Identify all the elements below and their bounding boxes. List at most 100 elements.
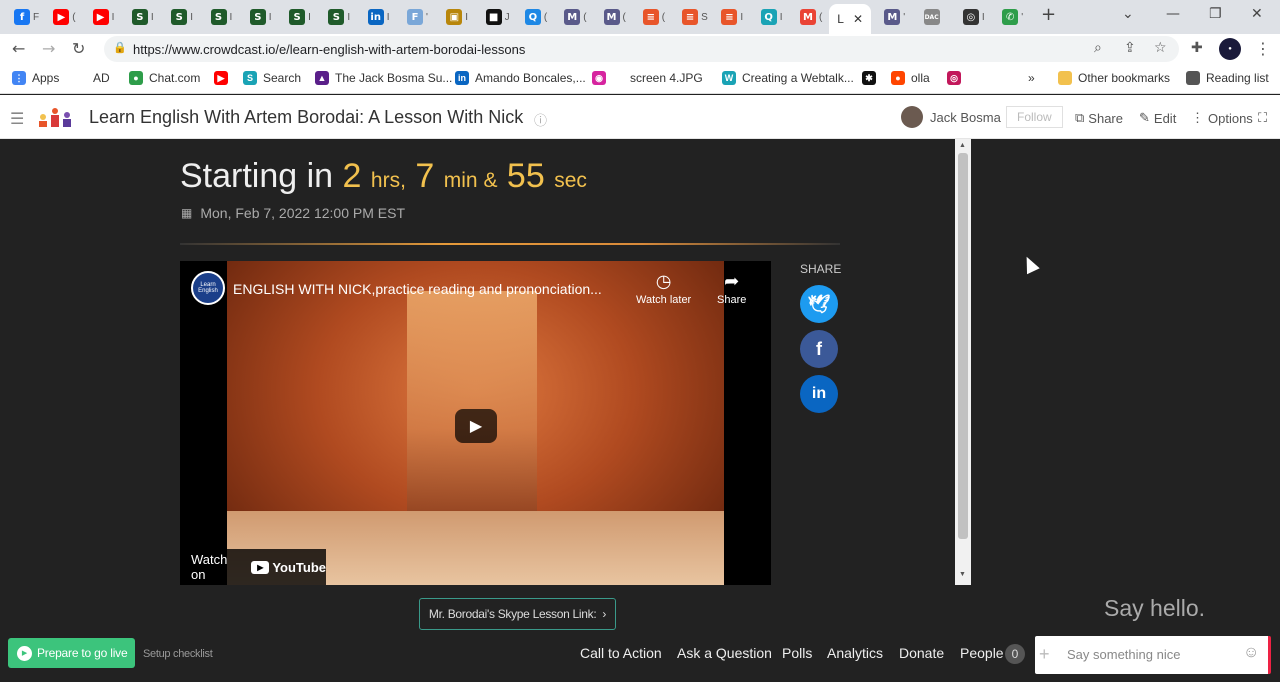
options-button[interactable]: ⋮ Options [1191,110,1253,126]
browser-tab[interactable]: ◎ I [957,6,990,28]
browser-tab[interactable]: SI [322,6,355,28]
menu-icon[interactable]: ⋮ [1255,39,1271,58]
chat-input[interactable] [1067,644,1237,664]
youtube-wordmark: YouTube [272,559,326,575]
forward-button[interactable]: → [42,39,55,58]
edit-button[interactable]: ✎ Edit [1139,110,1176,126]
bookmark-item[interactable]: ● Chat.com [129,71,200,85]
video-title[interactable]: ENGLISH WITH NICK,practice reading and p… [233,281,602,297]
other-bookmarks[interactable]: Other bookmarks [1058,71,1170,85]
bookmark-item[interactable]: S Search [243,71,301,85]
tab-label: ' [903,11,906,23]
minimize-icon[interactable]: — [1166,6,1180,22]
browser-tab[interactable]: QI [755,6,788,28]
watch-on-youtube[interactable]: Watch on ▶ YouTube [180,549,326,585]
zoom-icon[interactable]: ⌕ [1094,40,1102,56]
close-window-icon[interactable]: ✕ [1251,6,1263,22]
browser-tab[interactable]: M ' [878,6,911,28]
plus-icon[interactable]: + [1039,644,1050,665]
bookmark-item[interactable]: ▲ The Jack Bosma Su... [315,71,452,85]
bookmark-item[interactable]: ⋮ Apps [12,71,59,85]
star-icon[interactable]: ☆ [1154,40,1167,56]
skype-link-button[interactable]: Mr. Borodai's Skype Lesson Link: › [419,598,616,630]
browser-tab[interactable]: M( [794,6,827,28]
reading-list[interactable]: Reading list [1186,71,1269,85]
countdown-hours: 2 [342,157,362,195]
browser-tab[interactable]: in I [362,6,395,28]
host-name[interactable]: Jack Bosma [930,110,1001,125]
browser-tab[interactable]: SI [165,6,198,28]
browser-tab[interactable]: ≡ I [715,6,748,28]
play-button[interactable]: ▶ [455,409,497,443]
new-tab-button[interactable]: + [1041,4,1056,25]
bookmark-item[interactable]: AD [93,71,110,85]
active-tab[interactable]: L ✕ [829,4,872,34]
browser-tab[interactable]: fF [8,6,41,28]
restore-icon[interactable]: ❐ [1209,6,1222,22]
hamburger-icon[interactable]: ☰ [10,109,24,128]
browser-tab[interactable]: ▶ I [87,6,120,28]
bookmark-item[interactable]: ◉ [592,71,606,85]
donate-button[interactable]: Donate [899,645,944,661]
bookmark-item[interactable]: ✱ [862,71,876,85]
info-icon[interactable]: ⓘ [534,110,547,129]
watch-later-button[interactable]: ◷ Watch later [636,271,691,306]
call-to-action-button[interactable]: Call to Action [580,645,662,661]
skype-link-label: Mr. Borodai's Skype Lesson Link: [428,607,597,621]
browser-tab[interactable]: ✆ ' [996,6,1029,28]
extensions-icon[interactable]: ✚ [1191,40,1203,56]
bookmark-item[interactable]: in Amando Boncales,... [455,71,586,85]
browser-tab[interactable]: ▶( [47,6,80,28]
share-icon[interactable]: ⇪ [1124,40,1136,56]
profile-avatar[interactable]: ● [1219,38,1241,60]
channel-avatar[interactable]: Learn English [191,271,225,305]
address-bar[interactable]: 🔒 https://www.crowdcast.io/e/learn-engli… [104,36,1179,62]
browser-tab[interactable]: M( [598,6,631,28]
scrollbar-thumb[interactable] [958,153,968,539]
watch-later-label: Watch later [636,294,692,306]
youtube-embed[interactable]: Learn English ENGLISH WITH NICK,practice… [180,261,771,585]
bookmark-item[interactable]: ▶ [214,71,228,85]
host-avatar[interactable] [901,106,923,128]
scroll-down-icon[interactable]: ▼ [959,571,966,578]
more-bookmarks-icon[interactable]: » [1028,71,1035,85]
emoji-icon[interactable]: ☺ [1243,644,1259,662]
follow-button[interactable]: Follow [1006,106,1063,128]
browser-tab[interactable]: SI [205,6,238,28]
scroll-up-icon[interactable]: ▲ [959,142,966,149]
bookmark-item[interactable]: W Creating a Webtalk... [722,71,854,85]
setup-checklist-link[interactable]: Setup checklist [143,648,213,660]
browser-tab[interactable]: ■ J [480,6,513,28]
browser-tab[interactable]: M( [558,6,591,28]
ask-a-question-button[interactable]: Ask a Question [677,645,772,661]
bookmark-item[interactable]: ◎ [947,71,961,85]
browser-tab[interactable]: Q( [519,6,552,28]
bookmark-item[interactable]: ● olla [891,71,930,85]
tab-search-icon[interactable]: ⌄ [1122,6,1134,22]
browser-tab[interactable]: SI [126,6,159,28]
facebook-share-button[interactable]: f [800,330,838,368]
browser-tab[interactable]: DAC [918,6,951,28]
browser-tab[interactable]: F ' [401,6,434,28]
app-icon: ■ [485,9,502,25]
prepare-to-go-live-button[interactable]: ▶ Prepare to go live [8,638,135,668]
fullscreen-icon[interactable]: ⛶ [1258,110,1267,126]
bookmark-item[interactable]: screen 4.JPG [630,71,703,85]
browser-tab[interactable]: SI [244,6,277,28]
browser-tab[interactable]: SI [283,6,316,28]
browser-tab[interactable]: ▣ I [440,6,473,28]
reload-button[interactable]: ↻ [72,39,85,58]
linkedin-share-button[interactable]: in [800,375,838,413]
browser-tab[interactable]: ≡ S [676,6,709,28]
scrollbar[interactable]: ▲ ▼ [955,139,971,585]
people-button[interactable]: People [960,645,1004,661]
app-icon: S [131,9,148,25]
browser-tab[interactable]: ≡( [637,6,670,28]
back-button[interactable]: ← [12,39,25,58]
close-icon[interactable]: ✕ [853,12,863,26]
analytics-button[interactable]: Analytics [827,645,883,661]
video-share-button[interactable]: ➦ Share [717,271,746,306]
share-button[interactable]: ⧉ Share [1075,110,1123,126]
polls-button[interactable]: Polls [782,645,812,661]
twitter-share-button[interactable]: 🕊 [800,285,838,323]
